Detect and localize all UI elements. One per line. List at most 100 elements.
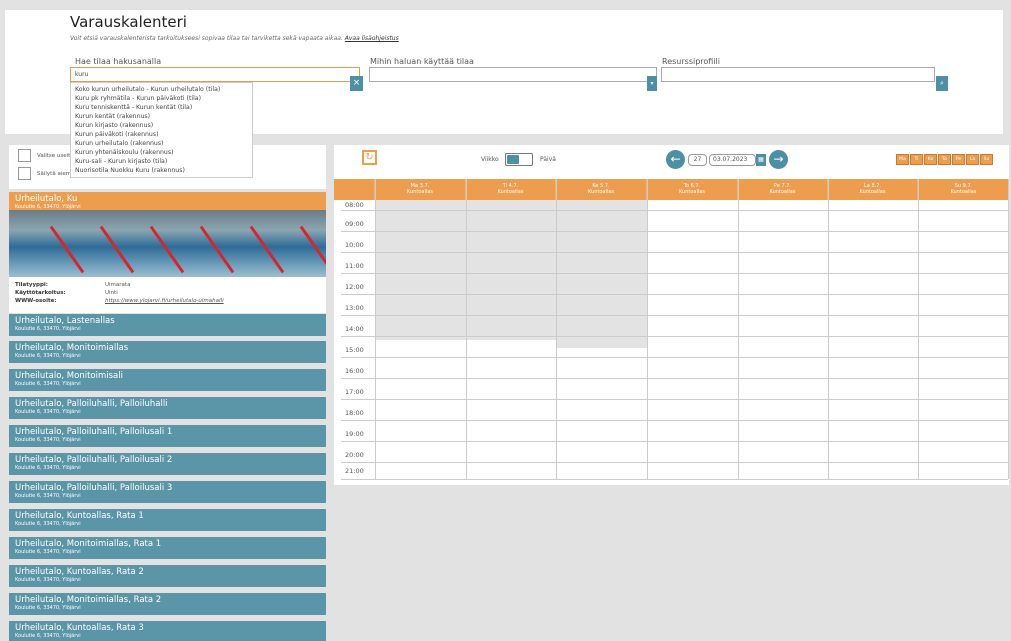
suggestion-item[interactable]: Kuru tenniskenttä - Kurun kentät (tila) (71, 103, 252, 112)
place-item[interactable]: Urheilutalo, Palloiluhalli, Palloilusali… (9, 453, 326, 475)
purpose-key: Käyttötarkoitus: (15, 290, 66, 296)
day-button-ke[interactable]: Ke (924, 154, 937, 165)
place-item[interactable]: Urheilutalo, Lastenallas Koulutie 6, 3347… (9, 314, 326, 336)
day-button-ma[interactable]: Ma (896, 154, 909, 165)
place-item[interactable]: Urheilutalo, Monitoimiallas, Rata 2 Koulu… (9, 593, 326, 615)
week-number: 27 (688, 154, 707, 166)
intro-description: Voit etsiä varauskalenterista tarkoituks… (70, 35, 343, 42)
place-name: Urheilutalo, Kuntoallas, Rata 2 (15, 567, 144, 577)
place-item[interactable]: Urheilutalo, Kuntoallas, Rata 2 Koulutie … (9, 565, 326, 587)
purpose-select[interactable] (369, 67, 657, 82)
suggestion-item[interactable]: Kurun kirjasto (rakennus) (71, 121, 252, 130)
day-resource: Kuntoallas (679, 189, 705, 195)
place-photo (9, 210, 326, 277)
calendar-icon: ▦ (758, 156, 764, 163)
place-item[interactable]: Urheilutalo, Palloiluhalli, Palloilusali… (9, 425, 326, 447)
suggestion-item[interactable]: Kuru-sali - Kurun kirjasto (tila) (71, 157, 252, 166)
multi-select-label: Valitse useita (37, 153, 74, 159)
place-name: Urheilutalo, Ku (15, 194, 78, 204)
time-label: 14:00 (345, 325, 364, 333)
day-resource: Kuntoallas (950, 189, 977, 195)
suggestion-item[interactable]: Kurun yhtenäiskoulu (rakennus) (71, 148, 252, 157)
day-button-la[interactable]: La (966, 154, 979, 165)
time-label: 19:00 (345, 430, 364, 438)
clear-search-button[interactable]: × (350, 76, 363, 91)
profile-label: Resurssiprofiili (662, 57, 720, 66)
intro-text: Voit etsiä varauskalenterista tarkoituks… (70, 35, 399, 42)
day-header: Pe 7.7. Kuntoallas (738, 179, 828, 200)
place-name: Urheilutalo, Monitoimiallas (15, 343, 129, 353)
refresh-button[interactable]: ↻ (362, 150, 377, 165)
place-address: Koulutie 6, 33470, Ylöjärvi (15, 549, 81, 555)
page-title: Varauskalenteri (70, 13, 187, 31)
place-address: Koulutie 6, 33470, Ylöjärvi (15, 409, 81, 415)
place-address: Koulutie 6, 33470, Ylöjärvi (15, 493, 81, 499)
day-button-ti[interactable]: Ti (910, 154, 923, 165)
week-view-label: Viikko (481, 156, 499, 163)
search-input[interactable]: kuru (70, 67, 360, 82)
purpose-dropdown-button[interactable]: ▾ (647, 76, 657, 91)
place-item[interactable]: Urheilutalo, Monitoimiallas, Rata 1 Koulu… (9, 537, 326, 559)
next-week-button[interactable]: → (769, 150, 788, 169)
day-button-to[interactable]: To (938, 154, 951, 165)
time-label: 16:00 (345, 367, 364, 375)
day-header: Ti 4.7. Kuntoallas (466, 179, 556, 200)
day-header: To 6.7. Kuntoallas (647, 179, 738, 200)
help-link[interactable]: Avaa lisäohjeistus (345, 35, 399, 42)
place-address: Koulutie 6, 33470, Ylöjärvi (15, 605, 81, 611)
profile-select[interactable] (661, 67, 935, 82)
time-label: 09:00 (345, 220, 364, 228)
place-address: Koulutie 6, 33470, Ylöjärvi (15, 381, 81, 387)
date-picker-button[interactable]: ▦ (756, 154, 766, 166)
day-button-pe[interactable]: Pe (952, 154, 965, 165)
calendar-header: Ma 3.7. Kuntoallas Ti 4.7. Kuntoallas Ke 5… (334, 179, 1009, 200)
day-button-su[interactable]: Su (980, 154, 993, 165)
date-input[interactable]: 03.07.2023 (709, 154, 756, 166)
time-label: 13:00 (345, 304, 364, 312)
place-item[interactable]: Urheilutalo, Monitoimisali Koulutie 6, 33… (9, 369, 326, 391)
suggestion-item[interactable]: Kuru pk ryhmätila - Kurun päiväkoti (til… (71, 94, 252, 103)
place-name: Urheilutalo, Monitoimisali (15, 371, 123, 381)
place-item-selected[interactable]: Urheilutalo, Ku Koulutie 6, 33470, Ylöjä… (9, 192, 326, 212)
view-toggle[interactable] (505, 153, 533, 166)
place-name: Urheilutalo, Kuntoallas, Rata 1 (15, 511, 144, 521)
purpose-value: Uinti (105, 290, 118, 296)
time-label: 20:00 (345, 451, 364, 459)
day-header: La 8.7. Kuntoallas (828, 179, 918, 200)
suggestion-item[interactable]: Kurun kentät (rakennus) (71, 112, 252, 121)
place-item[interactable]: Urheilutalo, Kuntoallas, Rata 1 Koulutie … (9, 509, 326, 531)
place-item[interactable]: Urheilutalo, Monitoimiallas Koulutie 6, 3… (9, 341, 326, 363)
multi-select-checkbox[interactable] (18, 149, 31, 162)
time-label: 10:00 (345, 241, 364, 249)
place-item[interactable]: Urheilutalo, Palloiluhalli, Palloilusali… (9, 481, 326, 503)
place-address: Koulutie 6, 33470, Ylöjärvi (15, 577, 81, 583)
day-header: Ma 3.7. Kuntoallas (375, 179, 466, 200)
suggestion-item[interactable]: Kurun päiväkoti (rakennus) (71, 130, 252, 139)
place-name: Urheilutalo, Palloiluhalli, Palloilusali… (15, 427, 173, 437)
suggestion-item[interactable]: Kurun urheilutalo (rakennus) (71, 139, 252, 148)
day-header: Ke 5.7. Kuntoallas (556, 179, 647, 200)
day-resource: Kuntoallas (497, 189, 524, 195)
search-label: Hae tilaa hakusanalla (75, 57, 162, 66)
place-address: Koulutie 6, 33470, Ylöjärvi (15, 437, 81, 443)
place-name: Urheilutalo, Palloiluhalli, Palloiluhall… (15, 399, 168, 409)
close-icon: × (352, 78, 361, 88)
suggestion-item[interactable]: Koko kurun urheilutalo - Kurun urheiluta… (71, 85, 252, 94)
place-address: Koulutie 6, 33470, Ylöjärvi (15, 326, 81, 332)
keep-previous-checkbox[interactable] (18, 167, 31, 180)
arrow-right-icon: → (773, 152, 784, 166)
day-resource: Kuntoallas (859, 189, 886, 195)
suggestion-item[interactable]: Nuorisotila Nuokku Kuru (rakennus) (71, 166, 252, 175)
place-info: Tilatyyppi: Uimarata Käyttötarkoitus: Uint… (9, 277, 326, 313)
place-item[interactable]: Urheilutalo, Palloiluhalli, Palloiluhall… (9, 397, 326, 419)
type-key: Tilatyyppi: (15, 282, 48, 288)
place-address: Koulutie 6, 33470, Ylöjärvi (15, 465, 81, 471)
www-link[interactable]: https://www.ylojarvi.fi/urheilutalo-uima… (105, 298, 224, 304)
place-name: Urheilutalo, Lastenallas (15, 316, 115, 326)
time-label: 21:00 (345, 467, 364, 475)
place-item[interactable]: Urheilutalo, Kuntoallas, Rata 3 Koulutie … (9, 621, 326, 641)
prev-week-button[interactable]: ← (666, 150, 685, 169)
place-name: Urheilutalo, Palloiluhalli, Palloilusali… (15, 483, 173, 493)
profile-search-button[interactable]: ⌕ (936, 76, 948, 91)
place-name: Urheilutalo, Monitoimiallas, Rata 2 (15, 595, 162, 605)
